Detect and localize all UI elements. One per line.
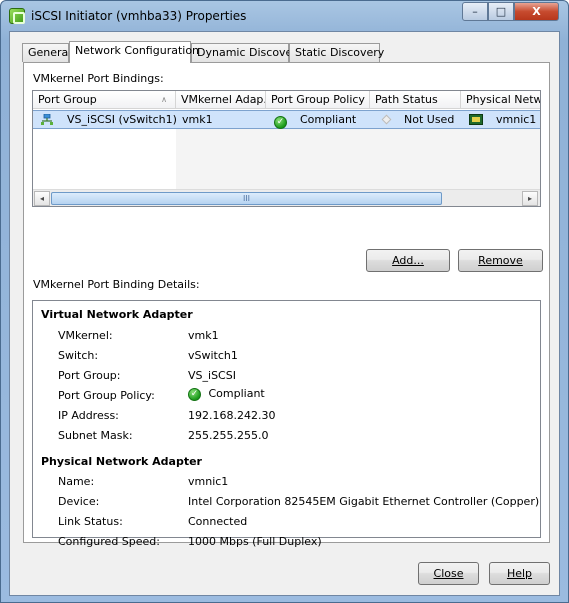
virtual-adapter-heading: Virtual Network Adapter [41,308,193,321]
tab-general[interactable]: General [22,43,71,62]
vsphere-icon [9,8,25,24]
minimize-button[interactable]: – [462,2,488,21]
tab-network-configuration[interactable]: Network Configuration [69,41,199,63]
add-button-label: Add... [392,254,424,267]
remove-button-label: Remove [478,254,523,267]
port-group-policy-label: Port Group Policy: [58,389,155,402]
column-header-path-status[interactable]: Path Status [370,91,461,109]
port-group-policy-value-wrap: ✓ Compliant [188,387,265,401]
add-button[interactable]: Add... [366,249,450,272]
cell-physical-nic: vmnic1 (1 [496,113,540,126]
device-label: Device: [58,495,100,508]
column-label: Port Group [38,93,97,106]
binding-details-box: Virtual Network Adapter VMkernel: vmk1 S… [32,300,541,548]
path-status-diamond-icon [381,114,392,125]
sort-ascending-icon: ∧ [161,95,167,104]
nic-name-value: vmnic1 [188,475,229,488]
check-circle-icon: ✓ [188,387,201,401]
port-group-policy-value: Compliant [208,387,265,400]
physical-nic-icon [469,114,483,125]
port-group-value: VS_iSCSI [188,369,236,382]
ip-address-label: IP Address: [58,409,119,422]
close-button[interactable]: Close [418,562,479,585]
network-configuration-panel: VMkernel Port Bindings: Port Group ∧ VMk… [23,62,550,548]
close-window-button[interactable]: X [514,2,559,21]
link-status-value: Connected [188,515,248,528]
column-header-vmkernel-adapter[interactable]: VMkernel Adap... [176,91,266,109]
column-header-port-group-policy[interactable]: Port Group Policy [266,91,370,109]
column-header-physical-network[interactable]: Physical Netwo [461,91,540,109]
port-bindings-table[interactable]: Port Group ∧ VMkernel Adap... Port Group… [32,90,541,207]
device-value: Intel Corporation 82545EM Gigabit Ethern… [188,495,540,508]
tab-static-discovery[interactable]: Static Discovery [289,43,384,62]
binding-details-label: VMkernel Port Binding Details: [33,278,200,291]
vmkernel-value: vmk1 [188,329,219,342]
table-header: Port Group ∧ VMkernel Adap... Port Group… [33,91,540,109]
physical-adapter-heading: Physical Network Adapter [41,455,202,468]
table-empty-area-right [176,129,540,189]
switch-label: Switch: [58,349,99,362]
maximize-button[interactable]: □ [488,2,514,21]
ip-address-value: 192.168.242.30 [188,409,276,422]
subnet-mask-label: Subnet Mask: [58,429,133,442]
properties-window: iSCSI Initiator (vmhba33) Properties – □… [0,0,569,603]
port-bindings-label: VMkernel Port Bindings: [33,72,164,85]
configured-speed-label: Configured Speed: [58,535,160,548]
title-bar[interactable]: iSCSI Initiator (vmhba33) Properties – □… [1,1,568,31]
link-status-label: Link Status: [58,515,123,528]
cell-path-status: Not Used [404,113,455,126]
subnet-mask-value: 255.255.255.0 [188,429,269,442]
cell-vmkernel-adapter: vmk1 [182,113,213,126]
table-empty-area [33,129,176,189]
check-circle-icon: ✓ [274,115,287,129]
horizontal-scrollbar[interactable]: ◂ III ▸ [33,189,540,206]
help-button-label: Help [506,567,533,580]
column-header-port-group[interactable]: Port Group ∧ [33,91,176,109]
switch-value: vSwitch1 [188,349,238,362]
table-row[interactable]: VS_iSCSI (vSwitch1) vmk1 ✓ Compliant Not… [33,110,540,130]
scrollbar-thumb[interactable]: III [51,192,442,205]
scroll-left-button[interactable]: ◂ [34,191,50,206]
compliant-check-icon-wrap: ✓ [274,113,287,130]
close-button-label: Close [433,567,464,580]
dialog-body: General Network Configuration Dynamic Di… [9,31,560,596]
nic-name-label: Name: [58,475,95,488]
window-title: iSCSI Initiator (vmhba33) Properties [31,9,247,23]
vmkernel-label: VMkernel: [58,329,113,342]
help-button[interactable]: Help [489,562,550,585]
cell-port-group-policy: Compliant [300,113,357,126]
port-group-label: Port Group: [58,369,121,382]
scroll-right-button[interactable]: ▸ [522,191,538,206]
remove-button[interactable]: Remove [458,249,543,272]
configured-speed-value: 1000 Mbps (Full Duplex) [188,535,322,548]
tab-dynamic-discovery[interactable]: Dynamic Discovery [191,43,303,62]
cell-port-group: VS_iSCSI (vSwitch1) [67,113,177,126]
network-port-group-icon [41,114,53,125]
